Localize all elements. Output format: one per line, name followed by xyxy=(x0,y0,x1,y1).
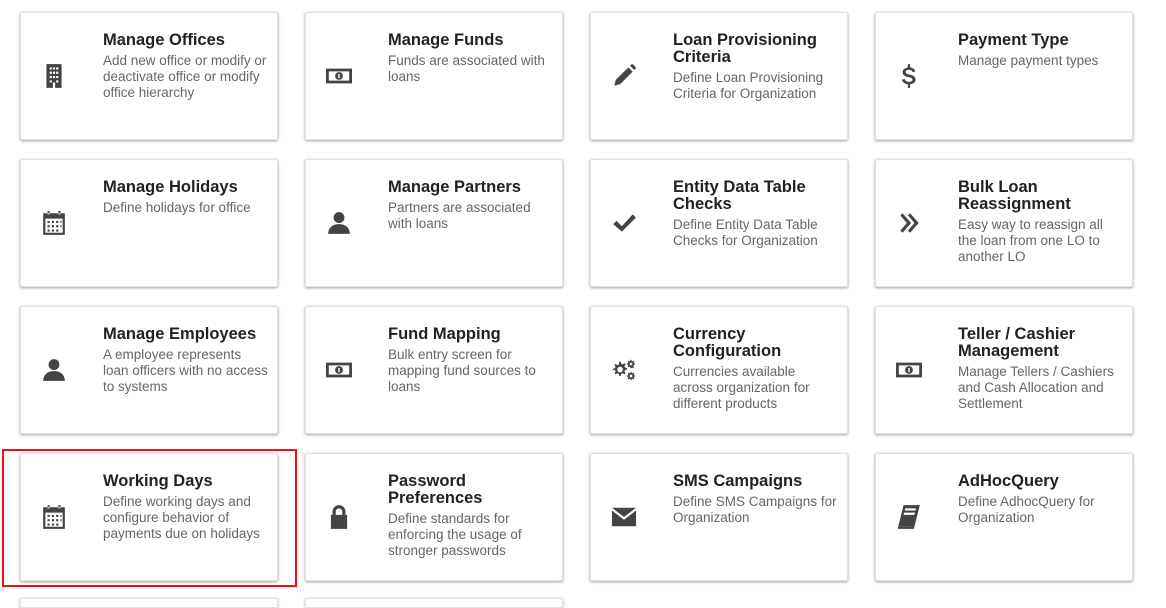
card-manage-funds[interactable]: Manage Funds Funds are associated with lo… xyxy=(305,12,563,140)
card-payment-type[interactable]: Payment Type Manage payment types xyxy=(875,12,1133,140)
card-description: Define standards for enforcing the usage… xyxy=(388,511,522,558)
card-title: Manage Employees xyxy=(103,325,257,343)
card-description: Funds are associated with loans xyxy=(388,53,545,84)
calendar-icon xyxy=(39,502,69,532)
pencil-icon xyxy=(609,61,639,91)
card-teller-cashier-management[interactable]: Teller / Cashier Management Manage Teller… xyxy=(875,306,1133,434)
card-manage-partners[interactable]: Manage Partners Partners are associated w… xyxy=(305,159,563,287)
card-title: Manage Offices xyxy=(103,31,225,49)
building-icon xyxy=(39,61,69,91)
card-loan-provisioning-criteria[interactable]: Loan Provisioning Criteria Define Loan Pr… xyxy=(590,12,848,140)
card-title: Fund Mapping xyxy=(388,325,501,343)
card-description: Currencies available across organization… xyxy=(673,364,810,411)
dollar-icon xyxy=(894,61,924,91)
card-manage-offices[interactable]: Manage Offices Add new office or modify o… xyxy=(20,12,278,140)
card-title: Working Days xyxy=(103,472,213,490)
partial-card xyxy=(20,598,278,608)
card-title: AdHocQuery xyxy=(958,472,1059,490)
book-icon xyxy=(894,502,924,532)
card-description: Define AdhocQuery for Organization xyxy=(958,494,1095,525)
card-description: Define Loan Provisioning Criteria for Or… xyxy=(673,70,824,101)
card-manage-employees[interactable]: Manage Employees A employee represents lo… xyxy=(20,306,278,434)
card-grid: Manage Offices Add new office or modify o… xyxy=(0,0,1166,603)
card-entity-data-table-checks[interactable]: Entity Data Table Checks Define Entity Da… xyxy=(590,159,848,287)
card-description: Manage payment types xyxy=(958,53,1099,68)
user-icon xyxy=(39,355,69,385)
card-password-preferences[interactable]: Password Preferences Define standards for… xyxy=(305,453,563,581)
card-title: Bulk Loan Reassignment xyxy=(958,178,1071,213)
card-description: A employee represents loan officers with… xyxy=(103,347,268,394)
user-icon xyxy=(324,208,354,238)
card-title: Payment Type xyxy=(958,31,1069,49)
card-description: Partners are associated with loans xyxy=(388,200,531,231)
card-title: Loan Provisioning Criteria xyxy=(673,31,817,66)
envelope-icon xyxy=(609,502,639,532)
card-title: Currency Configuration xyxy=(673,325,782,360)
card-title: Teller / Cashier Management xyxy=(958,325,1076,360)
partial-card xyxy=(305,598,563,608)
card-description: Define Entity Data Table Checks for Orga… xyxy=(673,217,818,248)
card-description: Bulk entry screen for mapping fund sourc… xyxy=(388,347,536,394)
lock-icon xyxy=(324,502,354,532)
card-description: Define SMS Campaigns for Organization xyxy=(673,494,837,525)
card-title: Entity Data Table Checks xyxy=(673,178,806,213)
card-description: Define working days and configure behavi… xyxy=(103,494,260,541)
card-title: Manage Holidays xyxy=(103,178,238,196)
money-bill-icon xyxy=(894,355,924,385)
card-working-days[interactable]: Working Days Define working days and conf… xyxy=(20,453,278,581)
card-title: Manage Partners xyxy=(388,178,521,196)
card-title: Manage Funds xyxy=(388,31,504,49)
card-description: Easy way to reassign all the loan from o… xyxy=(958,217,1103,264)
card-description: Add new office or modify or deactivate o… xyxy=(103,53,267,100)
calendar-icon xyxy=(39,208,69,238)
card-description: Define holidays for office xyxy=(103,200,251,215)
gears-icon xyxy=(609,355,639,385)
card-bulk-loan-reassignment[interactable]: Bulk Loan Reassignment Easy way to reassi… xyxy=(875,159,1133,287)
card-description: Manage Tellers / Cashiers and Cash Alloc… xyxy=(958,364,1114,411)
money-bill-icon xyxy=(324,355,354,385)
double-chevron-right-icon xyxy=(894,208,924,238)
money-bill-icon xyxy=(324,61,354,91)
card-sms-campaigns[interactable]: SMS Campaigns Define SMS Campaigns for Or… xyxy=(590,453,848,581)
card-currency-configuration[interactable]: Currency Configuration Currencies availab… xyxy=(590,306,848,434)
card-manage-holidays[interactable]: Manage Holidays Define holidays for offic… xyxy=(20,159,278,287)
card-fund-mapping[interactable]: Fund Mapping Bulk entry screen for mappin… xyxy=(305,306,563,434)
card-adhocquery[interactable]: AdHocQuery Define AdhocQuery for Organiza… xyxy=(875,453,1133,581)
card-title: SMS Campaigns xyxy=(673,472,803,490)
check-icon xyxy=(609,208,639,238)
card-title: Password Preferences xyxy=(388,472,483,507)
